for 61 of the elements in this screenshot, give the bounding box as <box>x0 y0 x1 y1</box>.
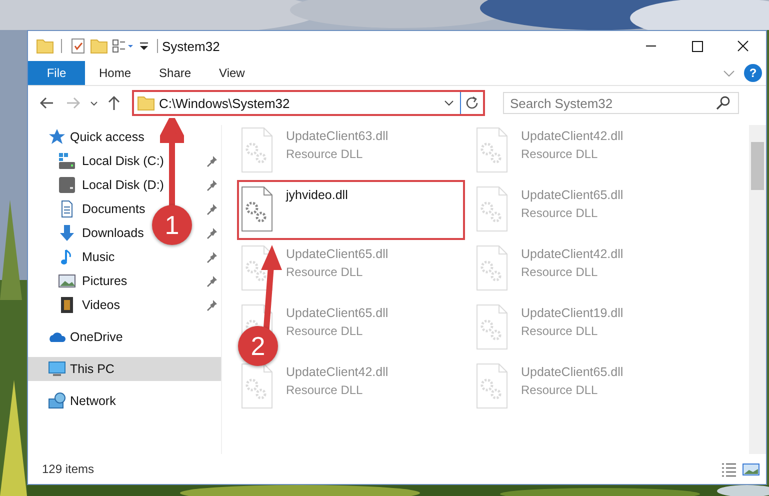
file-type: Resource DLL <box>521 206 599 220</box>
sidebar-item[interactable]: This PC <box>28 357 221 381</box>
file-type: Resource DLL <box>521 324 599 338</box>
sidebar-item[interactable]: Local Disk (D:) <box>82 178 164 192</box>
sidebar-item[interactable]: Music <box>82 250 115 264</box>
file-type: Resource DLL <box>286 383 364 397</box>
pin-icon[interactable] <box>206 299 218 311</box>
file-type: Resource DLL <box>521 265 599 279</box>
properties-icon[interactable] <box>111 37 135 55</box>
help-button[interactable]: ? <box>744 64 762 82</box>
details-view-icon[interactable] <box>720 461 738 477</box>
sidebar-item[interactable]: Quick access <box>70 130 144 144</box>
pin-icon[interactable] <box>206 275 218 287</box>
search-field[interactable]: Search System32 <box>503 92 739 114</box>
file-name: UpdateClient65.dll <box>286 247 388 261</box>
pin-icon[interactable] <box>206 227 218 239</box>
computer-icon <box>48 360 66 378</box>
file-name: UpdateClient65.dll <box>521 188 624 202</box>
drive-icon <box>58 152 76 170</box>
file-type: Resource DLL <box>521 383 599 397</box>
film-icon <box>58 296 76 314</box>
file-name: UpdateClient65.dll <box>286 306 388 320</box>
download-icon <box>58 224 76 242</box>
pin-icon[interactable] <box>206 179 218 191</box>
pin-icon[interactable] <box>206 155 218 167</box>
scrollbar[interactable] <box>749 125 766 454</box>
sidebar-item[interactable]: Downloads <box>82 226 144 240</box>
pictures-icon <box>58 272 76 290</box>
sidebar-item[interactable]: Pictures <box>82 274 128 288</box>
checklist-icon[interactable] <box>69 37 87 55</box>
sidebar-item[interactable]: Network <box>70 394 116 408</box>
tiles-view-icon[interactable] <box>742 461 760 477</box>
folder-icon <box>137 94 155 112</box>
drive-icon <box>58 176 76 194</box>
file-type: Resource DLL <box>286 147 364 161</box>
sidebar-item[interactable]: Local Disk (C:) <box>82 154 164 168</box>
network-icon <box>48 392 66 410</box>
ribbon-tab[interactable]: Home <box>85 61 146 85</box>
file-name: UpdateClient65.dll <box>521 365 624 379</box>
file-type: Resource DLL <box>286 265 364 279</box>
address-bar[interactable]: C:\Windows\System32 <box>132 90 485 116</box>
search-icon[interactable] <box>715 95 731 111</box>
file-name: UpdateClient63.dll <box>286 129 388 143</box>
file-menu-button[interactable]: File <box>28 61 85 85</box>
star-icon <box>48 128 66 146</box>
ribbon-tab[interactable]: View <box>205 61 259 85</box>
file-type: Resource DLL <box>521 147 599 161</box>
sidebar-item[interactable]: Videos <box>82 298 120 312</box>
sidebar-item[interactable]: Documents <box>82 202 146 216</box>
sidebar-item[interactable]: OneDrive <box>70 330 123 344</box>
ribbon-tab[interactable]: Share <box>145 61 206 85</box>
pin-icon[interactable] <box>206 203 218 215</box>
item-count: 129 items <box>42 462 96 476</box>
pin-icon[interactable] <box>206 251 218 263</box>
file-type: Resource DLL <box>286 324 364 338</box>
file-name: UpdateClient42.dll <box>521 129 624 143</box>
window-title: System32 <box>162 38 221 54</box>
file-name: UpdateClient42.dll <box>286 365 388 379</box>
file-name: UpdateClient19.dll <box>521 306 624 320</box>
file-name: jyhvideo.dll <box>286 188 348 202</box>
file-name: UpdateClient42.dll <box>521 247 624 261</box>
